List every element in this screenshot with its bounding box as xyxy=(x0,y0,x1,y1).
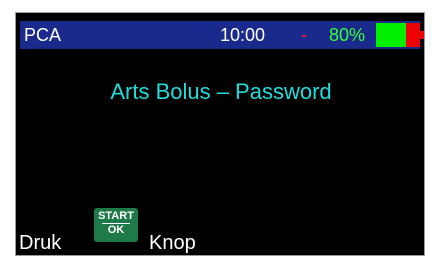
clock: 10:00 xyxy=(220,25,266,45)
start-ok-button[interactable]: START OK xyxy=(94,208,138,242)
battery-empty-level xyxy=(406,23,420,47)
battery-charge-level xyxy=(376,23,406,47)
press-instruction-label: Druk xyxy=(19,232,62,254)
battery-icon xyxy=(376,23,424,47)
start-ok-button-start-label: START xyxy=(98,210,134,222)
app-title: PCA xyxy=(24,25,62,45)
battery-tip xyxy=(420,31,424,39)
button-instruction-label: Knop xyxy=(149,232,196,254)
screen-title: Arts Bolus – Password xyxy=(110,79,332,104)
status-separator: - xyxy=(301,25,307,45)
pump-display: PCA 10:00 - 80% Arts Bolus – Password Dr… xyxy=(15,12,425,256)
start-ok-button-ok-label: OK xyxy=(107,224,125,236)
status-bar: PCA 10:00 - 80% xyxy=(20,21,424,49)
battery-percentage: 80% xyxy=(329,25,366,45)
